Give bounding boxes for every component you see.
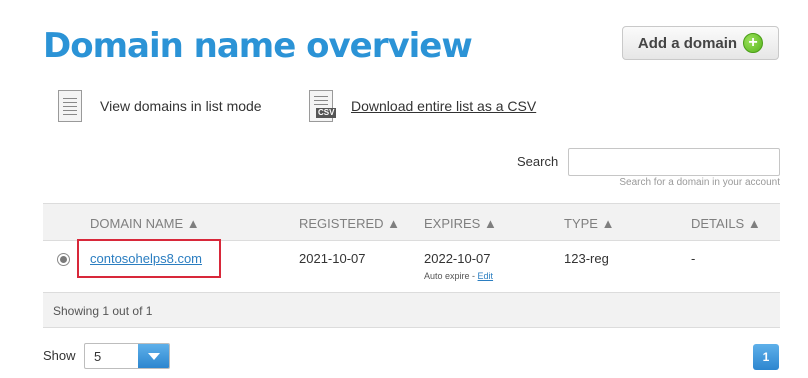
page-button[interactable]: 1 <box>753 344 779 370</box>
search-label: Search <box>517 154 559 169</box>
domain-details: - <box>691 251 696 266</box>
expires-date: 2022-10-07 <box>424 251 491 266</box>
list-mode-action[interactable]: View domains in list mode <box>58 88 262 124</box>
add-domain-label: Add a domain <box>637 34 738 52</box>
plus-circle-icon: + <box>743 33 764 53</box>
csv-file-icon: CSV <box>309 90 337 122</box>
page-size-select[interactable]: 5 <box>84 343 170 369</box>
auto-expire-note: Auto expire - Edit <box>424 271 493 281</box>
domain-type: 123-reg <box>564 251 609 266</box>
column-registered[interactable]: REGISTERED ▲ <box>299 216 400 231</box>
column-domain-name[interactable]: DOMAIN NAME ▲ <box>90 216 200 231</box>
csv-download-link[interactable]: Download entire list as a CSV <box>351 98 536 114</box>
csv-tag: CSV <box>316 108 337 118</box>
table-header: DOMAIN NAME ▲ REGISTERED ▲ EXPIRES ▲ TYP… <box>43 203 780 241</box>
add-domain-button[interactable]: Add a domain + <box>622 26 779 60</box>
document-list-icon <box>58 90 82 122</box>
list-mode-label: View domains in list mode <box>100 98 262 114</box>
page-size-value: 5 <box>94 349 102 364</box>
chevron-down-icon[interactable] <box>138 344 169 368</box>
results-summary: Showing 1 out of 1 <box>43 293 780 328</box>
auto-expire-text: Auto expire - <box>424 271 476 281</box>
page-title: Domain name overview <box>43 26 473 66</box>
expires-cell: 2022-10-07 Auto expire - Edit <box>424 251 493 281</box>
csv-download-action[interactable]: CSV Download entire list as a CSV <box>309 88 536 124</box>
column-details[interactable]: DETAILS ▲ <box>691 216 761 231</box>
show-label: Show <box>43 348 76 363</box>
showing-count: Showing 1 out of 1 <box>53 304 153 318</box>
search-input[interactable] <box>568 148 780 176</box>
column-type[interactable]: TYPE ▲ <box>564 216 614 231</box>
registered-date: 2021-10-07 <box>299 251 366 266</box>
search-hint: Search for a domain in your account <box>619 177 780 188</box>
domain-link[interactable]: contosohelps8.com <box>90 251 202 266</box>
column-expires[interactable]: EXPIRES ▲ <box>424 216 497 231</box>
edit-link[interactable]: Edit <box>478 271 494 281</box>
row-select-radio[interactable] <box>57 253 70 266</box>
table-row: contosohelps8.com 2021-10-07 2022-10-07 … <box>43 239 780 293</box>
